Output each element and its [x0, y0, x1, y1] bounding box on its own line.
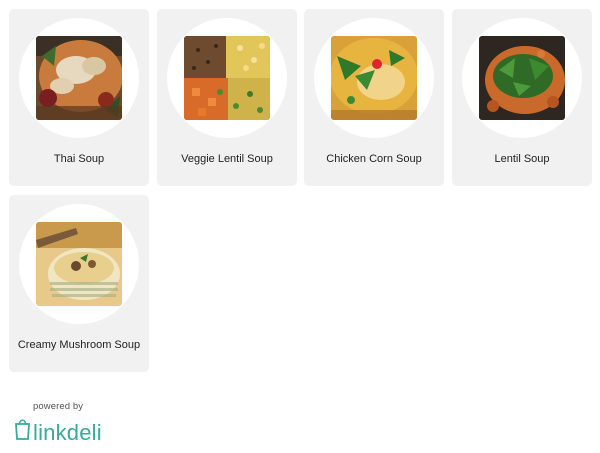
linkdeli-logo-link[interactable]: linkdeli: [14, 417, 102, 445]
lentil-soup-photo[interactable]: [479, 36, 565, 120]
product-card-chicken-corn-soup[interactable]: Chicken Corn Soup: [304, 9, 444, 186]
product-card-thai-soup[interactable]: Thai Soup: [9, 9, 149, 186]
product-card-lentil-soup[interactable]: Lentil Soup: [452, 9, 592, 186]
thumbnail-circle: [19, 204, 139, 324]
creamy-mushroom-soup-photo[interactable]: [36, 222, 122, 306]
thai-soup-photo[interactable]: [36, 36, 122, 120]
thumbnail-circle: [462, 18, 582, 138]
veggie-lentil-soup-photo[interactable]: [184, 36, 270, 120]
brand-wordmark: linkdeli: [33, 420, 102, 445]
product-title[interactable]: Lentil Soup: [458, 152, 586, 166]
shopping-bag-icon: [14, 416, 31, 445]
product-card-creamy-mushroom-soup[interactable]: Creamy Mushroom Soup: [9, 195, 149, 372]
thumbnail-circle: [167, 18, 287, 138]
product-title[interactable]: Thai Soup: [15, 152, 143, 166]
chicken-corn-soup-photo[interactable]: [331, 36, 417, 120]
product-title[interactable]: Creamy Mushroom Soup: [15, 338, 143, 352]
product-title[interactable]: Veggie Lentil Soup: [163, 152, 291, 166]
thumbnail-circle: [314, 18, 434, 138]
thumbnail-circle: [19, 18, 139, 138]
product-card-veggie-lentil-soup[interactable]: Veggie Lentil Soup: [157, 9, 297, 186]
powered-by-text: powered by: [33, 401, 84, 412]
product-title[interactable]: Chicken Corn Soup: [310, 152, 438, 166]
